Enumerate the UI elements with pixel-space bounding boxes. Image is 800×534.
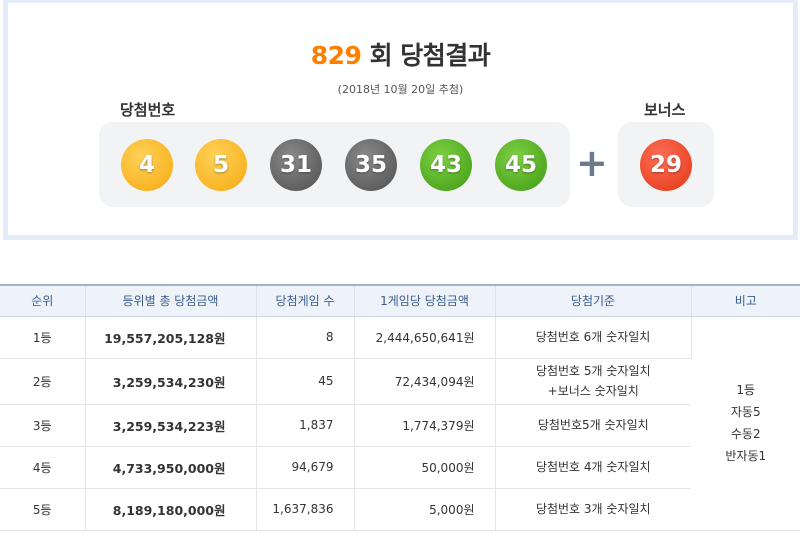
header-criteria: 당첨기준 xyxy=(495,284,692,317)
prize-table: 순위 등위별 총 당첨금액 당첨게임 수 1게임당 당첨금액 당첨기준 비고 1… xyxy=(0,284,800,531)
table-row: 3등 3,259,534,223원 1,837 1,774,379원 당첨번호5… xyxy=(0,404,800,447)
criteria-cell: 당첨번호 3개 숫자일치 xyxy=(495,488,691,531)
criteria-cell: 당첨번호 5개 숫자일치 +보너스 숫자일치 xyxy=(495,358,691,405)
prize-per-game-cell: 50,000원 xyxy=(354,446,496,489)
rank-cell: 1등 xyxy=(0,316,86,359)
total-prize-cell: 4,733,950,000원 xyxy=(85,446,257,489)
rank-cell: 5등 xyxy=(0,488,86,531)
bonus-ball: 29 xyxy=(640,139,692,191)
winner-count-cell: 8 xyxy=(256,316,355,359)
draw-round-number: 829 xyxy=(310,41,362,70)
winning-ball-6: 45 xyxy=(495,139,547,191)
draw-title-suffix: 회 당첨결과 xyxy=(369,41,491,70)
winner-count-cell: 94,679 xyxy=(256,446,355,489)
note-cell: 1등 자동5 수동2 반자동1 xyxy=(691,316,800,531)
draw-title: 829 회 당첨결과 xyxy=(8,36,793,72)
criteria-cell: 당첨번호 4개 숫자일치 xyxy=(495,446,691,489)
table-row: 1등 19,557,205,128원 8 2,444,650,641원 당첨번호… xyxy=(0,316,800,531)
header-note: 비고 xyxy=(691,284,800,317)
prize-table-header: 순위 등위별 총 당첨금액 당첨게임 수 1게임당 당첨금액 당첨기준 비고 xyxy=(0,284,800,317)
winning-ball-1: 4 xyxy=(121,139,173,191)
header-prize-per-game: 1게임당 당첨금액 xyxy=(354,284,496,317)
winner-count-cell: 1,637,836 xyxy=(256,488,355,531)
criteria-line: 당첨번호 5개 숫자일치 xyxy=(535,364,651,378)
criteria-cell: 당첨번호 6개 숫자일치 xyxy=(495,316,692,359)
winning-ball-4: 35 xyxy=(345,139,397,191)
note-line: 수동2 xyxy=(730,427,761,441)
table-row: 2등 3,259,534,230원 45 72,434,094원 당첨번호 5개… xyxy=(0,358,800,405)
winner-count-cell: 1,837 xyxy=(256,404,355,447)
bonus-number-panel: 29 xyxy=(618,122,714,207)
header-rank: 순위 xyxy=(0,284,86,317)
rank-cell: 3등 xyxy=(0,404,86,447)
bonus-number-label: 보너스 xyxy=(644,101,686,119)
note-line: 반자동1 xyxy=(725,449,767,463)
header-winner-count: 당첨게임 수 xyxy=(256,284,355,317)
criteria-cell: 당첨번호5개 숫자일치 xyxy=(495,404,691,447)
winning-numbers-panel: 4 5 31 35 43 45 xyxy=(99,122,570,207)
note-line: 자동5 xyxy=(730,405,761,419)
table-row: 4등 4,733,950,000원 94,679 50,000원 당첨번호 4개… xyxy=(0,446,800,489)
prize-per-game-cell: 2,444,650,641원 xyxy=(354,316,496,359)
criteria-line-bonus: +보너스 숫자일치 xyxy=(547,384,639,398)
draw-date: (2018년 10월 20일 추첨) xyxy=(337,83,464,96)
total-prize-cell: 19,557,205,128원 xyxy=(85,316,257,359)
winning-numbers-label: 당첨번호 xyxy=(120,101,176,119)
prize-per-game-cell: 1,774,379원 xyxy=(354,404,496,447)
rank-cell: 2등 xyxy=(0,358,86,405)
table-row: 5등 8,189,180,000원 1,637,836 5,000원 당첨번호 … xyxy=(0,488,800,531)
rank-cell: 4등 xyxy=(0,446,86,489)
draw-result-panel: 829 회 당첨결과 (2018년 10월 20일 추첨) 당첨번호 보너스 4… xyxy=(3,0,798,240)
winning-ball-3: 31 xyxy=(270,139,322,191)
total-prize-cell: 8,189,180,000원 xyxy=(85,488,257,531)
header-total-prize: 등위별 총 당첨금액 xyxy=(85,284,257,317)
total-prize-cell: 3,259,534,230원 xyxy=(85,358,257,405)
winning-ball-5: 43 xyxy=(420,139,472,191)
plus-icon: + xyxy=(576,141,608,185)
prize-per-game-cell: 5,000원 xyxy=(354,488,496,531)
prize-per-game-cell: 72,434,094원 xyxy=(354,358,496,405)
winning-ball-2: 5 xyxy=(195,139,247,191)
note-line: 1등 xyxy=(736,383,756,397)
total-prize-cell: 3,259,534,223원 xyxy=(85,404,257,447)
winner-count-cell: 45 xyxy=(256,358,355,405)
